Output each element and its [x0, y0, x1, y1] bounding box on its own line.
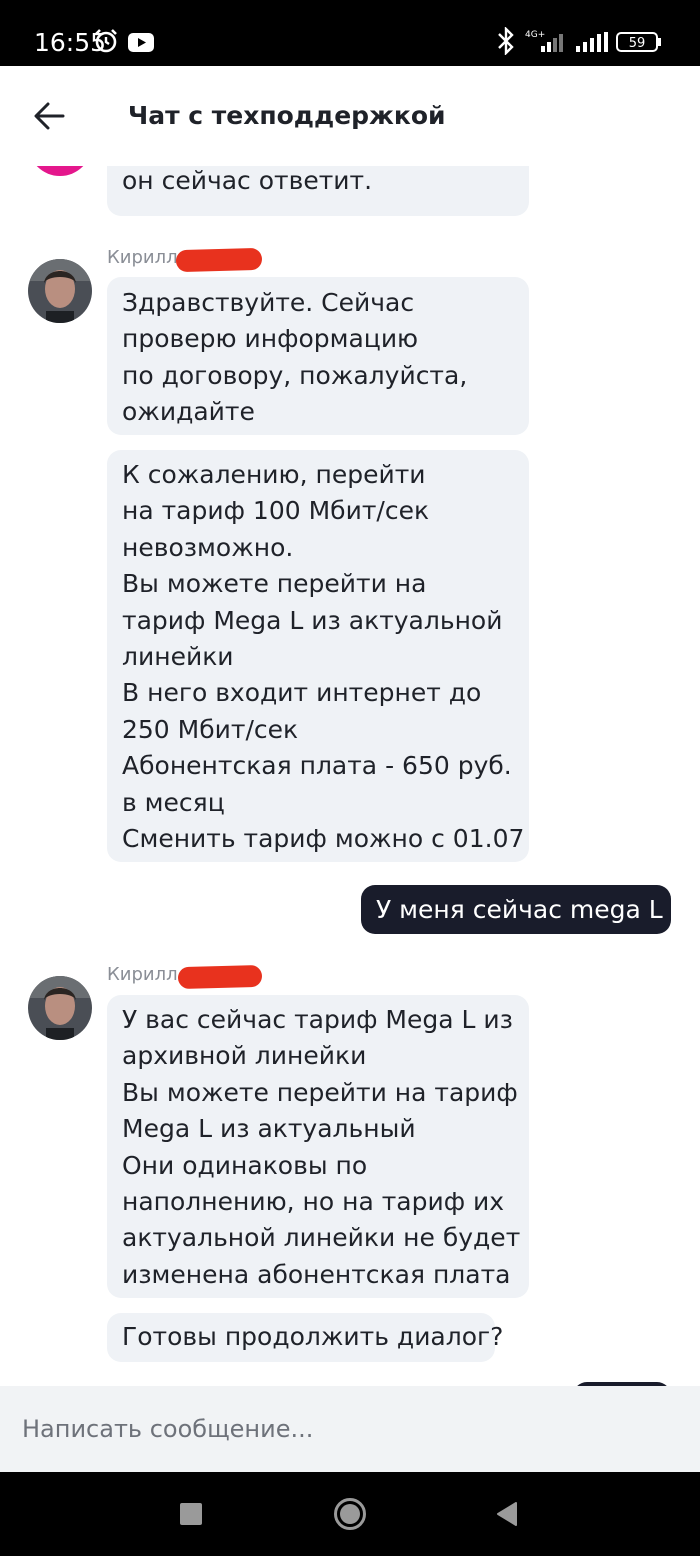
message-composer — [0, 1386, 700, 1472]
redaction-mark — [177, 964, 263, 990]
page-title: Чат с техподдержкой — [128, 101, 446, 130]
message-bubble: К сожалению, перейти на тариф 100 Мбит/с… — [107, 450, 529, 862]
message-text: он сейчас ответит. — [122, 166, 373, 195]
home-circle-icon[interactable] — [333, 1497, 367, 1531]
signal-icon — [576, 32, 608, 52]
message-text: Здравствуйте. Сейчас проверю информацию … — [122, 288, 468, 427]
message-bubble: Здравствуйте. Сейчас проверю информацию … — [107, 277, 529, 435]
status-bar: 16:55 4G+ 59 — [0, 0, 700, 66]
message-text: У вас сейчас тариф Mega L из архивной ли… — [122, 1005, 521, 1289]
message-bubble: Готовы продолжить диалог? — [107, 1313, 503, 1362]
recents-square-icon[interactable] — [180, 1503, 202, 1525]
back-triangle-icon[interactable] — [496, 1502, 518, 1526]
message-bubble: У вас сейчас тариф Mega L из архивной ли… — [107, 995, 529, 1298]
sender-name: Кирилл — [107, 247, 178, 268]
svg-text:4G+: 4G+ — [525, 30, 545, 40]
message-text: У меня сейчас mega L — [376, 895, 663, 924]
system-nav-bar — [0, 1472, 700, 1556]
sender-name: Кирилл — [107, 964, 178, 985]
youtube-icon — [128, 33, 154, 52]
chat-header: Чат с техподдержкой — [0, 66, 700, 166]
avatar — [28, 976, 92, 1040]
message-list[interactable]: он сейчас ответит. Кирилл Здравствуйте. … — [0, 166, 700, 1386]
message-bubble-own: У меня сейчас mega L — [361, 885, 671, 934]
message-text: К сожалению, перейти на тариф 100 Мбит/с… — [122, 460, 525, 854]
message-text: Готовы продолжить диалог? — [122, 1322, 504, 1351]
arrow-left-icon[interactable] — [30, 99, 70, 133]
avatar — [28, 166, 92, 176]
battery-icon: 59 — [616, 32, 661, 52]
bluetooth-icon — [498, 27, 514, 55]
redaction-mark — [175, 247, 263, 273]
message-input[interactable] — [0, 1386, 700, 1472]
avatar — [28, 259, 92, 323]
signal-icon: 4G+ — [525, 30, 563, 52]
message-bubble: он сейчас ответит. — [107, 166, 529, 216]
battery-level: 59 — [629, 36, 646, 51]
alarm-icon — [95, 29, 117, 53]
